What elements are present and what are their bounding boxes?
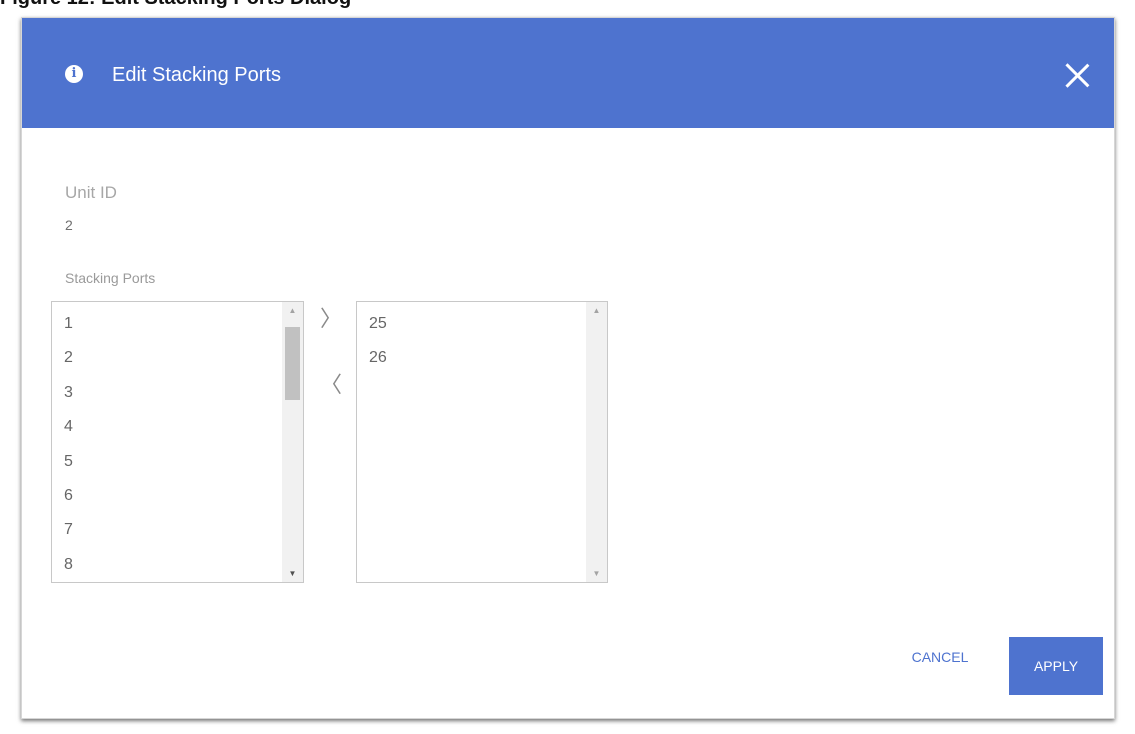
unit-id-label: Unit ID	[65, 183, 117, 202]
figure-caption: Figure 12: Edit Stacking Ports Dialog	[0, 0, 1135, 8]
available-ports-items: 12345678	[64, 307, 279, 582]
apply-button[interactable]: APPLY	[1009, 637, 1103, 695]
dialog-header: i Edit Stacking Ports	[22, 18, 1114, 128]
selected-ports-scrollbar[interactable]: ▲ ▼	[586, 302, 607, 582]
list-item[interactable]: 26	[369, 341, 583, 375]
list-item[interactable]: 6	[64, 479, 279, 513]
list-item[interactable]: 25	[369, 307, 583, 341]
list-item[interactable]: 3	[64, 376, 279, 410]
scroll-down-arrow[interactable]: ▼	[586, 565, 607, 582]
scroll-up-arrow[interactable]: ▲	[282, 302, 303, 319]
scroll-down-arrow[interactable]: ▼	[282, 565, 303, 582]
stacking-ports-label: Stacking Ports	[65, 270, 156, 286]
selected-ports-list[interactable]: 25 26 ▲ ▼	[356, 301, 608, 583]
cancel-button[interactable]: CANCEL	[897, 639, 983, 675]
list-item[interactable]: 7	[64, 513, 279, 547]
close-icon[interactable]	[1064, 62, 1090, 88]
scroll-up-arrow[interactable]: ▲	[586, 302, 607, 319]
edit-stacking-ports-dialog: i Edit Stacking Ports Unit ID 2 Stacking…	[21, 17, 1115, 719]
available-ports-list[interactable]: 12345678 ▲ ▼	[51, 301, 304, 583]
list-item[interactable]: 1	[64, 307, 279, 341]
chevron-left-icon[interactable]: 〈	[320, 374, 342, 398]
scroll-thumb[interactable]	[285, 327, 300, 400]
page: Figure 12: Edit Stacking Ports Dialog i …	[0, 0, 1135, 734]
unit-id-value: 2	[65, 217, 73, 233]
selected-ports-items: 25 26	[369, 307, 583, 376]
list-item[interactable]: 4	[64, 410, 279, 444]
list-item[interactable]: 5	[64, 445, 279, 479]
dialog-title: Edit Stacking Ports	[112, 64, 281, 86]
list-item[interactable]: 8	[64, 548, 279, 582]
info-icon: i	[65, 65, 83, 83]
list-item[interactable]: 2	[64, 341, 279, 375]
chevron-right-icon[interactable]: 〉	[320, 308, 342, 332]
available-ports-scrollbar[interactable]: ▲ ▼	[282, 302, 303, 582]
